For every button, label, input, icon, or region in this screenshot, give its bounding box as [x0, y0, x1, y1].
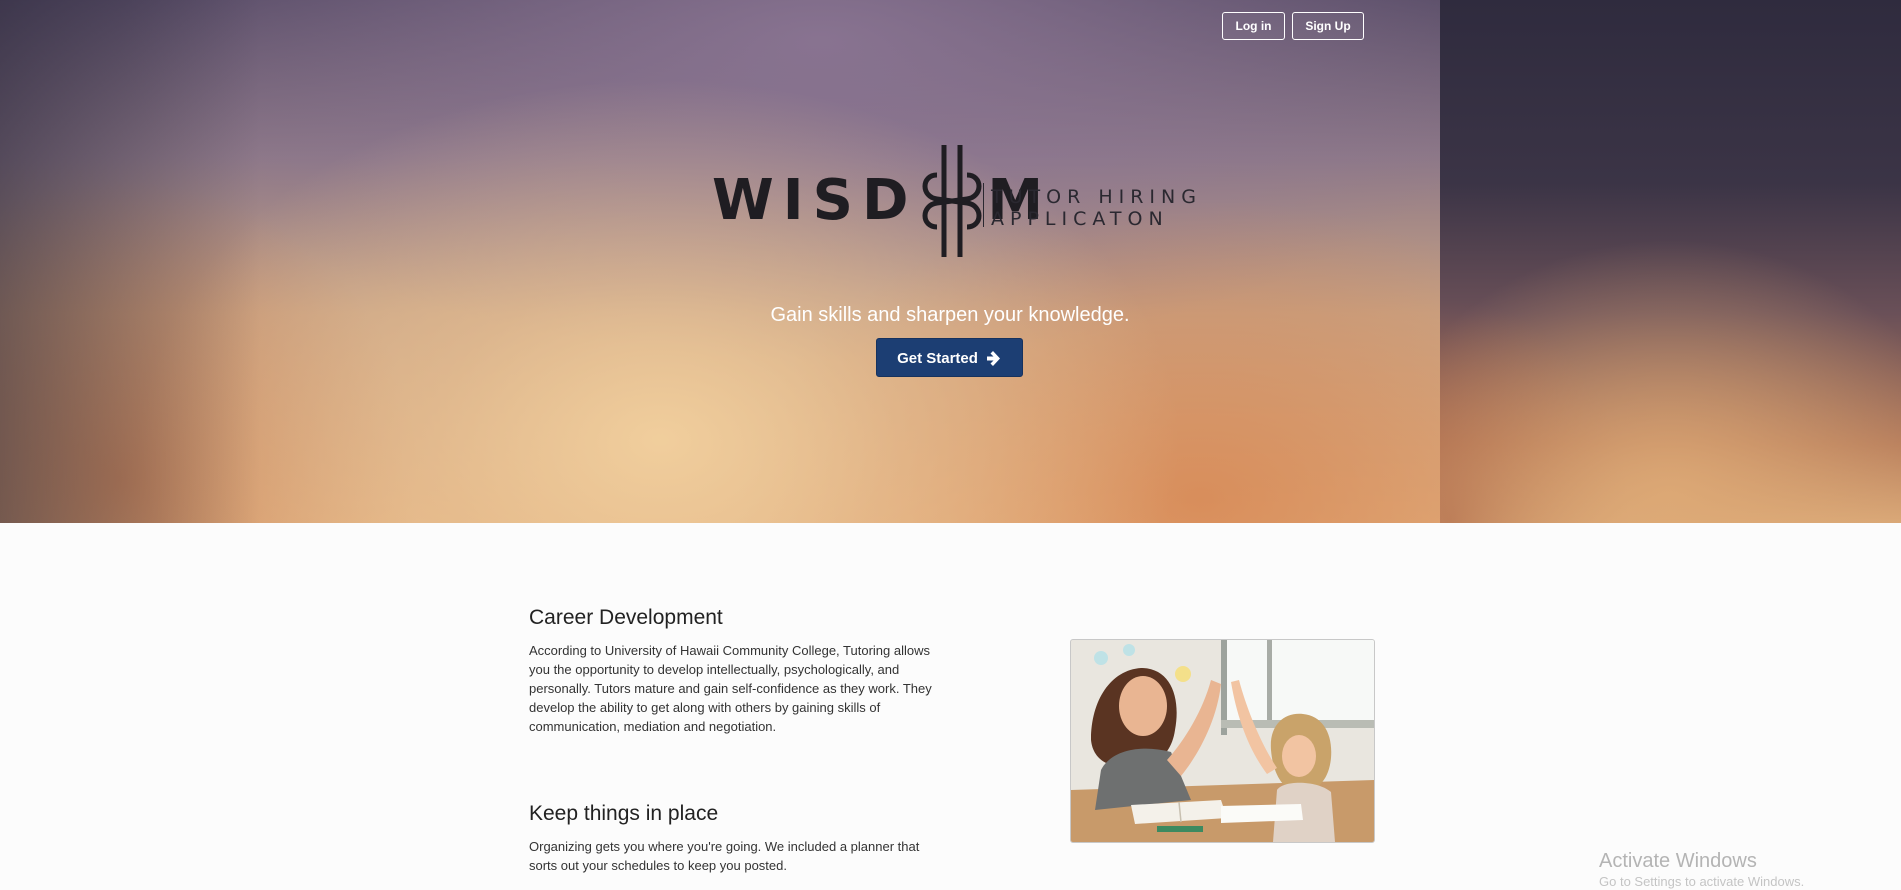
logo-divider [983, 183, 984, 227]
career-development-text: According to University of Hawaii Commun… [529, 643, 932, 734]
signup-button[interactable]: Sign Up [1292, 12, 1364, 40]
logo-subtitle: TUTOR HIRING APPLICATON [991, 186, 1202, 230]
career-development-title: Career Development [529, 606, 723, 629]
hero-side-background [1440, 0, 1901, 523]
get-started-label: Get Started [897, 350, 978, 367]
keep-things-in-place-title: Keep things in place [529, 802, 719, 825]
wisdom-logo: WISD M TUTOR HIRING APPLICATON [706, 145, 1206, 265]
arrow-right-icon [986, 339, 1002, 378]
hero-shadow [0, 0, 260, 523]
tutoring-photo [1070, 639, 1375, 843]
logo-scroll-icon [917, 145, 987, 257]
logo-subtitle-line1: TUTOR HIRING [991, 186, 1202, 208]
hero-banner: Log in Sign Up WISD M TUTOR HIRING APPLI… [0, 0, 1901, 523]
login-button[interactable]: Log in [1222, 12, 1285, 40]
hero-tagline: Gain skills and sharpen your knowledge. [770, 304, 1130, 326]
logo-word-left: WISD [712, 168, 918, 233]
keep-things-in-place-text: Organizing gets you where you're going. … [529, 839, 920, 873]
logo-subtitle-line2: APPLICATON [991, 208, 1169, 230]
get-started-button[interactable]: Get Started [876, 338, 1023, 377]
activate-windows-subtitle: Go to Settings to activate Windows. [1599, 874, 1805, 889]
activate-windows-title: Activate Windows [1599, 850, 1757, 872]
